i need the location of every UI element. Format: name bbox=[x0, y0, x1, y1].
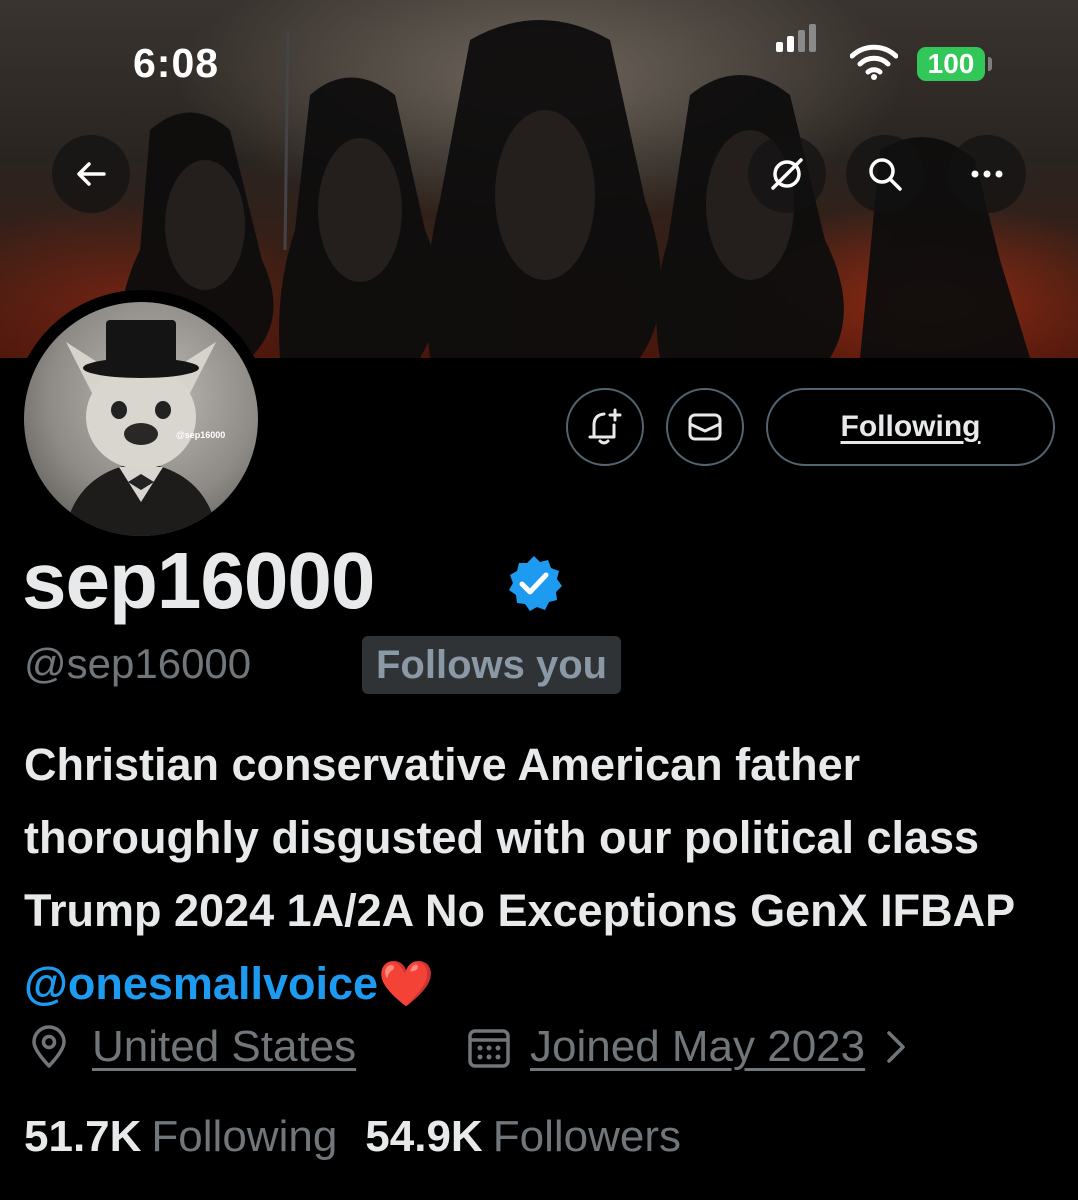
follows-you-badge: Follows you bbox=[362, 636, 622, 694]
followers-count: 54.9K bbox=[365, 1112, 483, 1161]
location-item[interactable]: United States bbox=[26, 1022, 356, 1072]
message-button[interactable] bbox=[666, 388, 744, 466]
followers-label: Followers bbox=[492, 1112, 681, 1161]
slashed-circle-icon bbox=[771, 158, 803, 190]
avatar-image: @sep16000 bbox=[24, 302, 258, 536]
calendar-icon bbox=[468, 1029, 510, 1068]
following-stat[interactable]: 51.7K Following bbox=[24, 1112, 337, 1162]
wifi-icon bbox=[849, 44, 899, 85]
battery-tip bbox=[988, 57, 992, 71]
search-button[interactable] bbox=[846, 135, 924, 213]
more-button[interactable] bbox=[948, 135, 1026, 213]
status-time: 6:08 bbox=[133, 40, 220, 86]
grok-button[interactable] bbox=[748, 135, 826, 213]
bell-plus-icon bbox=[588, 408, 622, 445]
battery-indicator: 100 bbox=[917, 47, 985, 81]
location-pin-icon bbox=[32, 1025, 66, 1068]
user-handle: @sep16000 bbox=[24, 640, 252, 687]
heart-emoji: ❤️ bbox=[378, 958, 435, 1009]
avatar[interactable]: @sep16000 bbox=[12, 290, 270, 548]
back-button[interactable] bbox=[52, 135, 130, 213]
dog-portrait bbox=[64, 320, 218, 536]
display-name: sep16000 bbox=[22, 536, 375, 625]
bio-mention-link[interactable]: @onesmallvoice bbox=[24, 958, 378, 1009]
envelope-icon bbox=[688, 413, 722, 441]
avatar-watermark: @sep16000 bbox=[176, 430, 226, 440]
verified-badge-icon bbox=[504, 553, 564, 618]
joined-date-text: Joined May 2023 bbox=[530, 1022, 866, 1071]
ellipsis-icon bbox=[971, 170, 1003, 178]
arrow-left-icon bbox=[77, 162, 106, 186]
following-button[interactable]: Following bbox=[766, 388, 1055, 466]
following-count: 51.7K bbox=[24, 1112, 142, 1161]
following-label: Following bbox=[151, 1112, 338, 1161]
profile-stats: 51.7K Following 54.9K Followers bbox=[24, 1112, 681, 1162]
followers-stat[interactable]: 54.9K Followers bbox=[365, 1112, 681, 1162]
status-bar: 6:08 100 bbox=[0, 0, 1078, 130]
notifications-button[interactable] bbox=[566, 388, 644, 466]
location-text: United States bbox=[92, 1022, 357, 1071]
bio-text: Christian conservative American father t… bbox=[24, 739, 1015, 936]
search-icon bbox=[869, 158, 902, 191]
profile-bio: Christian conservative American father t… bbox=[24, 728, 1064, 1020]
chevron-right-icon bbox=[887, 1031, 905, 1063]
joined-date-item[interactable]: Joined May 2023 bbox=[466, 1022, 911, 1072]
